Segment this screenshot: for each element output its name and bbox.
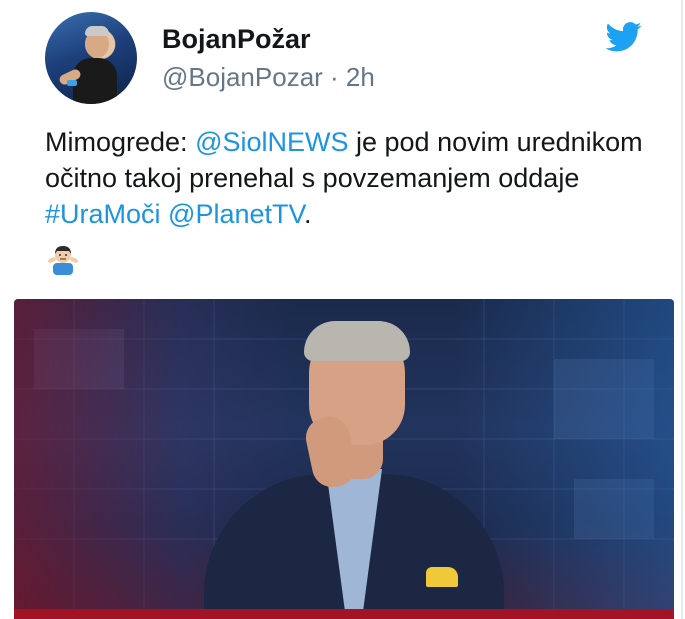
mention-link-planettv[interactable]: @PlanetTV — [168, 199, 304, 229]
avatar-body — [73, 58, 117, 104]
tweet-text: Mimogrede: @SiolNEWS je pod novim uredni… — [45, 124, 665, 232]
avatar[interactable] — [45, 12, 137, 104]
photo-pocket-square — [426, 567, 458, 587]
media-red-bar — [14, 609, 674, 619]
tweet-media-image[interactable] — [14, 299, 674, 619]
tweet-text-part: Mimogrede: — [45, 127, 196, 157]
avatar-wristband — [67, 80, 77, 86]
tweet-text-part: . — [304, 199, 312, 229]
author-handle-and-time[interactable]: @BojanPozar · 2h — [162, 62, 375, 93]
twitter-bird-icon[interactable] — [606, 22, 642, 52]
tweet-text-part — [161, 199, 169, 229]
mention-link-siolnews[interactable]: @SiolNEWS — [195, 127, 348, 157]
shrug-emoji-icon — [48, 246, 78, 275]
tweet-card[interactable]: BojanPožar @BojanPozar · 2h Mimogrede: @… — [0, 0, 683, 619]
photo-hair — [304, 321, 410, 361]
avatar-hair — [85, 26, 109, 36]
author-name[interactable]: BojanPožar — [162, 24, 311, 55]
hashtag-link-uramoci[interactable]: #UraMoči — [45, 199, 161, 229]
